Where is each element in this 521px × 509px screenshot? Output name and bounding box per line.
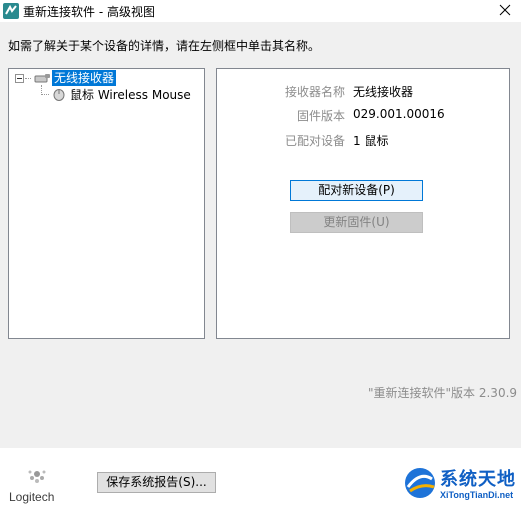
pair-new-device-button[interactable]: 配对新设备(P) — [290, 180, 423, 201]
details-panel: 接收器名称 无线接收器 固件版本 029.001.00016 已配对设备 1 鼠… — [216, 68, 510, 339]
watermark: 系统天地 XiTongTianDi.net — [402, 459, 520, 507]
device-tree[interactable]: 无线接收器 鼠标 Wireless Mouse — [8, 68, 205, 339]
update-firmware-button: 更新固件(U) — [290, 212, 423, 233]
close-button[interactable] — [497, 2, 513, 18]
receiver-icon — [33, 71, 51, 85]
receiver-name-value: 无线接收器 — [353, 85, 414, 99]
paired-devices-value: 1 鼠标 — [353, 134, 389, 148]
paired-devices-label: 已配对设备 — [284, 134, 345, 148]
version-text: "重新连接软件"版本 2.30.9 — [368, 386, 518, 400]
collapse-toggle[interactable] — [15, 74, 24, 83]
window-title: 重新连接软件 - 高级视图 — [23, 5, 155, 19]
firmware-version-value: 029.001.00016 — [353, 107, 445, 121]
tree-connector — [41, 94, 49, 95]
save-system-report-button[interactable]: 保存系统报告(S)... — [97, 472, 216, 493]
logitech-logo-text: Logitech — [9, 490, 55, 504]
title-bar: 重新连接软件 - 高级视图 — [0, 0, 521, 22]
watermark-globe-icon — [402, 465, 438, 501]
tree-item-mouse[interactable]: 鼠标 Wireless Mouse — [70, 87, 191, 103]
watermark-title: 系统天地 — [440, 469, 516, 490]
close-icon — [499, 4, 511, 16]
watermark-url: XiTongTianDi.net — [440, 490, 514, 500]
tree-connector — [25, 78, 31, 79]
receiver-name-label: 接收器名称 — [284, 85, 345, 99]
tree-item-receiver[interactable]: 无线接收器 — [52, 70, 117, 86]
logitech-logo-icon — [26, 466, 48, 488]
mouse-icon — [52, 87, 66, 101]
instruction-text: 如需了解关于某个设备的详情，请在左侧框中单击其名称。 — [8, 39, 321, 53]
footer: Logitech 保存系统报告(S)... 系统天地 XiTongTianDi.… — [0, 448, 521, 509]
app-icon — [3, 3, 19, 19]
firmware-version-label: 固件版本 — [296, 109, 345, 123]
